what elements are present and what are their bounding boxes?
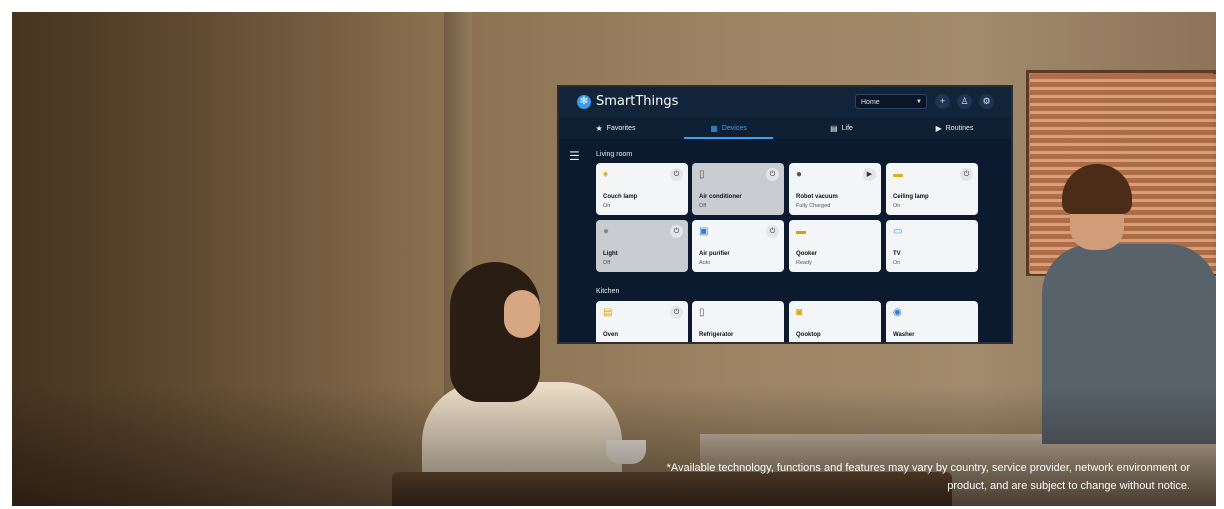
device-name: Light [603,251,618,257]
device-status: Off [699,203,707,209]
chevron-down-icon: ▼ [916,99,922,105]
device-status: Ready [796,260,812,266]
smartthings-logo-icon: ✻ [577,94,591,109]
device-card-tv[interactable]: ▭ TV On [886,220,978,272]
refrigerator-icon: ▯ [699,307,705,318]
device-card-light[interactable]: ● ⏻ Light Off [596,220,688,272]
device-status: Fully Charged [796,203,831,209]
device-name: Qooktop [796,332,821,338]
device-status: On [893,260,901,266]
star-icon: ★ [595,123,603,133]
device-card-robot-vacuum[interactable]: ● ▶ Robot vacuum Fully Charged [789,163,881,215]
washer-icon: ◉ [893,307,902,318]
power-icon[interactable]: ⏻ [960,168,973,181]
tab-devices[interactable]: ▦ Devices [672,117,785,139]
device-status: Auto [699,260,711,266]
home-selector[interactable]: Home ▼ [855,94,927,109]
device-card-washer[interactable]: ◉ Washer [886,301,978,342]
tab-label: Routines [945,124,974,132]
air-conditioner-icon: ▯ [699,169,705,180]
hero-image: ✻ SmartThings Home ▼ + ♙ ⚙ ★ Favorites ▦… [12,12,1216,506]
tab-label: Devices [721,124,747,132]
device-name: Oven [603,332,619,338]
disclaimer-line-2: product, and are subject to change witho… [947,480,1190,492]
lamp-icon: ♦ [603,169,609,180]
hamburger-menu-icon[interactable]: ☰ [569,149,580,163]
cooktop-icon: ◙ [796,307,803,318]
disclaimer-line-1: *Available technology, functions and fea… [666,462,1190,474]
tab-label: Favorites [606,124,636,132]
device-card-qooker[interactable]: ▬ Qooker Ready [789,220,881,272]
power-icon[interactable]: ⏻ [766,168,779,181]
device-name: TV [893,251,901,257]
life-icon: ▤ [830,123,838,133]
section-title-living-room: Living room [596,151,633,158]
device-name: Robot vacuum [796,194,838,200]
tv-screen: ✻ SmartThings Home ▼ + ♙ ⚙ ★ Favorites ▦… [557,85,1013,344]
device-name: Air purifier [699,251,730,257]
app-header: ✻ SmartThings Home ▼ + ♙ ⚙ [559,87,1011,117]
devices-grid-icon: ▦ [710,123,718,133]
app-logo: ✻ SmartThings [577,94,678,109]
device-card-refrigerator[interactable]: ▯ Refrigerator [692,301,784,342]
add-button[interactable]: + [935,94,950,109]
device-name: Ceiling lamp [893,194,929,200]
oven-icon: ▤ [603,307,613,318]
power-icon[interactable]: ⏻ [670,168,683,181]
device-name: Qooker [796,251,818,257]
tv-icon: ▭ [893,226,903,237]
device-card-ceiling-lamp[interactable]: ▬ ⏻ Ceiling lamp On [886,163,978,215]
device-status: Off [603,260,611,266]
device-card-oven[interactable]: ▤ ⏻ Oven [596,301,688,342]
device-name: Washer [893,332,915,338]
tab-favorites[interactable]: ★ Favorites [559,117,672,139]
section-title-kitchen: Kitchen [596,288,620,295]
device-name: Air conditioner [699,194,742,200]
play-icon[interactable]: ▶ [863,168,876,181]
power-icon[interactable]: ⏻ [670,225,683,238]
device-card-air-conditioner[interactable]: ▯ ⏻ Air conditioner Off [692,163,784,215]
device-status: On [603,203,611,209]
power-icon[interactable]: ⏻ [670,306,683,319]
app-title: SmartThings [596,94,679,109]
device-status: On [893,203,901,209]
home-selector-value: Home [861,99,880,106]
ceiling-lamp-icon: ▬ [893,169,903,180]
tab-life[interactable]: ▤ Life [785,117,898,139]
cooker-icon: ▬ [796,226,806,237]
device-name: Couch lamp [603,194,638,200]
device-name: Refrigerator [699,332,734,338]
robot-vacuum-icon: ● [796,169,803,180]
light-bulb-icon: ● [603,226,610,237]
settings-gear-icon[interactable]: ⚙ [979,94,994,109]
air-purifier-icon: ▣ [699,226,709,237]
tab-bar: ★ Favorites ▦ Devices ▤ Life ▶ Routines [559,117,1011,139]
tab-label: Life [841,124,853,132]
device-card-couch-lamp[interactable]: ♦ ⏻ Couch lamp On [596,163,688,215]
woman-face [504,290,540,338]
profile-icon[interactable]: ♙ [957,94,972,109]
disclaimer-text: *Available technology, functions and fea… [630,459,1190,495]
power-icon[interactable]: ⏻ [766,225,779,238]
tab-routines[interactable]: ▶ Routines [898,117,1011,139]
play-icon: ▶ [935,123,942,133]
device-card-qooktop[interactable]: ◙ Qooktop [789,301,881,342]
device-card-air-purifier[interactable]: ▣ ⏻ Air purifier Auto [692,220,784,272]
